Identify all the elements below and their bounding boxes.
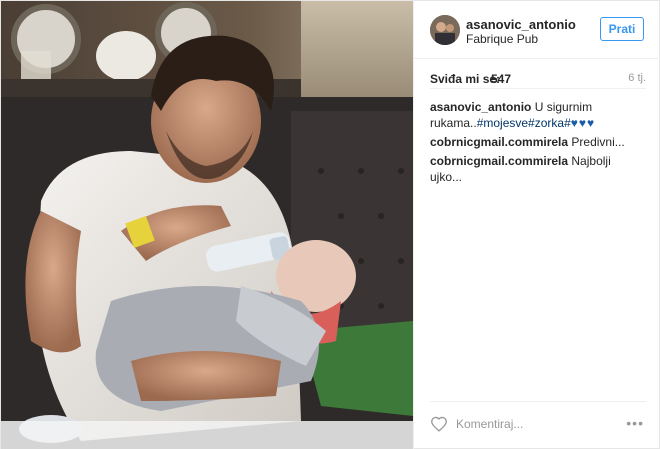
post-footer: ••• — [430, 401, 646, 441]
comments-list: asanovic_antonio U sigurnim rukama..#moj… — [430, 99, 646, 188]
post-time-ago[interactable]: 6 tj. — [628, 72, 646, 84]
likes-row: Sviđa mi se: 547 6 tj. — [430, 65, 646, 89]
follow-button[interactable]: Prati — [600, 17, 644, 41]
comment-input[interactable] — [456, 415, 616, 433]
post-location[interactable]: Fabrique Pub — [466, 32, 538, 46]
likes-label[interactable]: Sviđa mi se: — [430, 72, 500, 86]
post-side-panel: asanovic_antonio Fabrique Pub Prati Sviđ… — [413, 1, 660, 449]
caption: asanovic_antonio U sigurnim rukama..#moj… — [430, 99, 646, 131]
comment-text: Predivni... — [571, 135, 625, 149]
author-username[interactable]: asanovic_antonio — [466, 17, 576, 32]
heart-outline-icon[interactable] — [430, 416, 448, 432]
photo-illustration — [1, 1, 413, 449]
comment-username[interactable]: cobrnicgmail.commirela — [430, 135, 568, 149]
caption-hashtags[interactable]: #mojesve#zorka# — [477, 116, 571, 130]
author-avatar[interactable] — [430, 15, 460, 45]
post-header: asanovic_antonio Fabrique Pub Prati — [414, 1, 660, 59]
likes-count[interactable]: 547 — [491, 72, 511, 86]
post-photo[interactable] — [1, 1, 413, 449]
more-options-icon[interactable]: ••• — [626, 416, 644, 430]
comment-username[interactable]: cobrnicgmail.commirela — [430, 154, 568, 168]
avatar-photo-icon — [430, 15, 460, 45]
list-item: cobrnicgmail.commirela Najbolji ujko... — [430, 153, 646, 185]
caption-hearts: ♥♥♥ — [570, 116, 596, 130]
caption-username[interactable]: asanovic_antonio — [430, 100, 531, 114]
instagram-post: asanovic_antonio Fabrique Pub Prati Sviđ… — [0, 0, 660, 449]
list-item: cobrnicgmail.commirela Predivni... — [430, 134, 646, 150]
